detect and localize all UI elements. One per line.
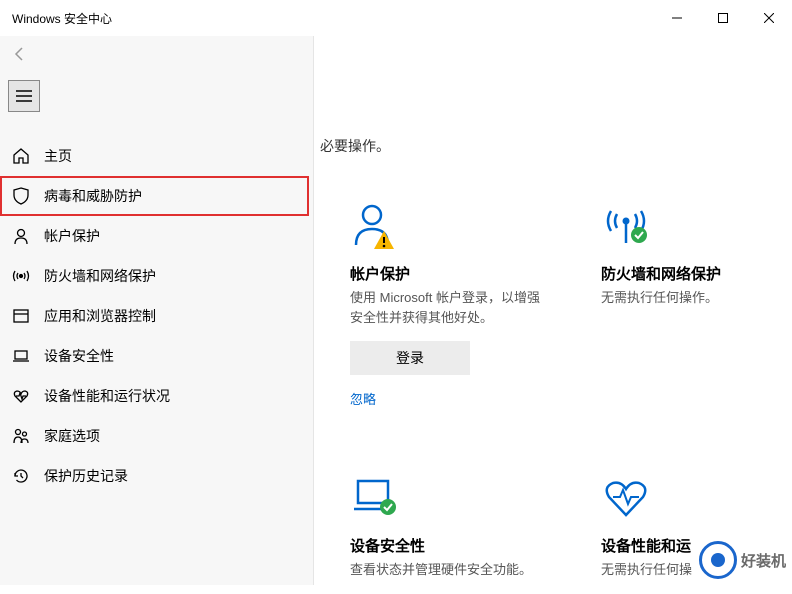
- nav-label: 防火墙和网络保护: [44, 266, 156, 286]
- laptop-icon: [12, 347, 30, 365]
- person-icon: [12, 227, 30, 245]
- nav-home[interactable]: 主页: [0, 136, 313, 176]
- watermark-text: 好装机: [741, 550, 786, 571]
- hamburger-button[interactable]: [8, 80, 40, 112]
- heart-health-icon: [601, 468, 792, 523]
- card-desc: 查看状态并管理硬件安全功能。: [350, 560, 541, 580]
- nav-family-options[interactable]: 家庭选项: [0, 416, 313, 456]
- nav-device-security[interactable]: 设备安全性: [0, 336, 313, 376]
- laptop-check-icon: [350, 468, 541, 523]
- family-icon: [12, 427, 30, 445]
- card-device-security[interactable]: 设备安全性 查看状态并管理硬件安全功能。: [350, 468, 541, 594]
- antenna-check-icon: [601, 196, 792, 251]
- nav-label: 应用和浏览器控制: [44, 306, 156, 326]
- nav-device-performance[interactable]: 设备性能和运行状况: [0, 376, 313, 416]
- nav-label: 帐户保护: [44, 226, 100, 246]
- shield-icon: [12, 187, 30, 205]
- card-title: 帐户保护: [350, 263, 541, 284]
- heart-icon: [12, 387, 30, 405]
- nav-label: 设备性能和运行状况: [44, 386, 170, 406]
- nav-label: 保护历史记录: [44, 466, 128, 486]
- card-title: 设备安全性: [350, 535, 541, 556]
- card-firewall[interactable]: 防火墙和网络保护 无需执行任何操作。: [601, 196, 792, 408]
- card-account-protection[interactable]: 帐户保护 使用 Microsoft 帐户登录，以增强安全性并获得其他好处。 登录…: [350, 196, 541, 408]
- antenna-icon: [12, 267, 30, 285]
- nav-protection-history[interactable]: 保护历史记录: [0, 456, 313, 496]
- status-hint: 必要操作。: [320, 136, 792, 156]
- sidebar: 主页 病毒和威胁防护 帐户保护 防火墙和网络保护 应用和浏览器控制 设备安全性: [0, 36, 314, 585]
- watermark-logo-icon: [699, 541, 737, 579]
- card-title: 防火墙和网络保护: [601, 263, 792, 284]
- titlebar: Windows 安全中心: [0, 0, 792, 36]
- signin-button[interactable]: 登录: [350, 341, 470, 375]
- maximize-button[interactable]: [700, 0, 746, 36]
- window-icon: [12, 307, 30, 325]
- window-title: Windows 安全中心: [12, 10, 112, 27]
- nav-virus-threat[interactable]: 病毒和威胁防护: [0, 176, 309, 216]
- nav-label: 病毒和威胁防护: [44, 186, 142, 206]
- card-desc: 使用 Microsoft 帐户登录，以增强安全性并获得其他好处。: [350, 288, 541, 327]
- nav-label: 设备安全性: [44, 346, 114, 366]
- person-warn-icon: [350, 196, 541, 251]
- watermark: 好装机: [699, 541, 786, 579]
- close-button[interactable]: [746, 0, 792, 36]
- dismiss-link[interactable]: 忽略: [350, 389, 541, 408]
- nav-account-protection[interactable]: 帐户保护: [0, 216, 313, 256]
- nav-label: 家庭选项: [44, 426, 100, 446]
- nav-app-browser[interactable]: 应用和浏览器控制: [0, 296, 313, 336]
- nav-label: 主页: [44, 146, 72, 166]
- back-button[interactable]: [12, 46, 28, 67]
- history-icon: [12, 467, 30, 485]
- card-desc: 无需执行任何操作。: [601, 288, 792, 308]
- nav-firewall[interactable]: 防火墙和网络保护: [0, 256, 313, 296]
- home-icon: [12, 147, 30, 165]
- minimize-button[interactable]: [654, 0, 700, 36]
- window-controls: [654, 0, 792, 36]
